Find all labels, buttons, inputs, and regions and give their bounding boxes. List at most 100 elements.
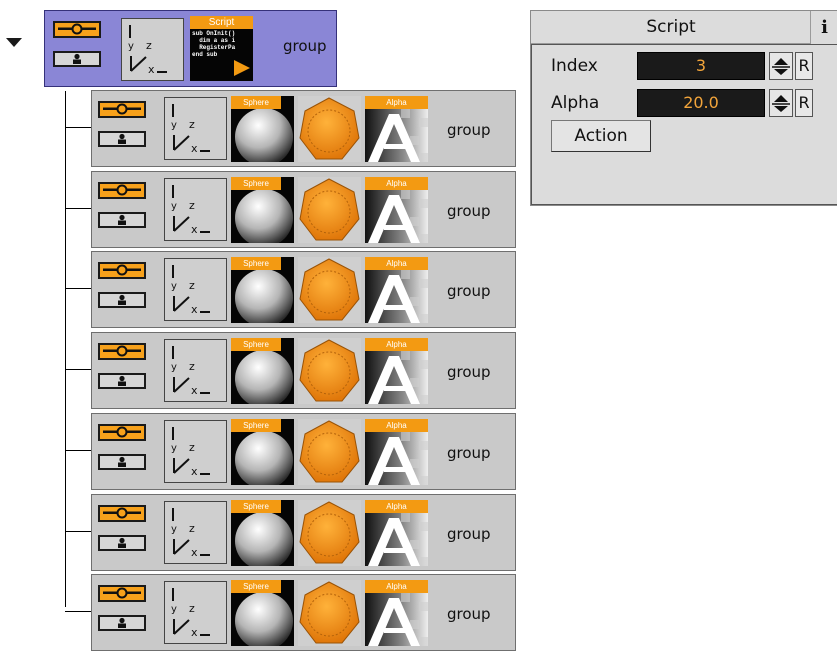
sphere-tile[interactable]: Sphere: [231, 96, 294, 162]
sphere-tile[interactable]: Sphere: [231, 177, 294, 243]
node-label: group: [447, 444, 491, 462]
svg-text:z: z: [189, 118, 195, 131]
visibility-eye-button[interactable]: [98, 585, 146, 602]
alpha-tile[interactable]: Alpha: [365, 257, 428, 323]
lock-button[interactable]: [98, 212, 146, 228]
axis-icon: y z x: [128, 25, 167, 76]
material-tile[interactable]: [298, 419, 361, 485]
svg-text:z: z: [189, 279, 195, 292]
tree-branch-line: [65, 531, 92, 532]
index-value-field[interactable]: 3: [637, 52, 765, 80]
collapse-arrow-icon[interactable]: [6, 38, 22, 47]
spinner-up-icon: [774, 58, 788, 65]
alpha-reset-button[interactable]: R: [795, 89, 813, 117]
svg-text:y: y: [171, 362, 177, 373]
script-code-preview: sub OnInit() dim a as i RegisterPa end s…: [192, 30, 236, 58]
lock-icon: [118, 617, 126, 628]
svg-text:x: x: [148, 63, 155, 76]
sphere-tile[interactable]: Sphere: [231, 580, 294, 646]
script-panel: Script i Index 3 R Alpha 20.0 R Action: [530, 10, 837, 206]
svg-text:z: z: [189, 360, 195, 373]
axis-icon: y z x: [171, 588, 210, 639]
material-preview-icon: [298, 96, 361, 162]
svg-text:z: z: [189, 441, 195, 454]
visibility-eye-button[interactable]: [98, 424, 146, 441]
sphere-tile[interactable]: Sphere: [231, 419, 294, 485]
visibility-eye-button[interactable]: [98, 505, 146, 522]
action-button[interactable]: Action: [551, 120, 651, 152]
sphere-tile[interactable]: Sphere: [231, 257, 294, 323]
material-tile[interactable]: [298, 257, 361, 323]
alpha-tile[interactable]: Alpha: [365, 580, 428, 646]
eye-icon: [103, 426, 141, 438]
sphere-tile[interactable]: Sphere: [231, 500, 294, 566]
material-tile[interactable]: [298, 580, 361, 646]
alpha-tile-header: Alpha: [365, 96, 428, 109]
svg-text:x: x: [191, 626, 198, 639]
alpha-tile[interactable]: Alpha: [365, 96, 428, 162]
transform-axis-tile[interactable]: y z x: [164, 178, 227, 241]
visibility-eye-button[interactable]: [53, 21, 101, 38]
material-tile[interactable]: [298, 338, 361, 404]
alpha-tile[interactable]: Alpha: [365, 177, 428, 243]
spinner-down-icon: [774, 106, 788, 112]
sphere-tile-header: Sphere: [231, 96, 281, 109]
material-tile[interactable]: [298, 500, 361, 566]
lock-button[interactable]: [98, 454, 146, 470]
spinner-up-icon: [774, 95, 788, 102]
visibility-eye-button[interactable]: [98, 101, 146, 118]
transform-axis-tile[interactable]: y z x: [164, 501, 227, 564]
eye-icon: [103, 103, 141, 115]
node-label: group: [447, 363, 491, 381]
eye-icon: [103, 184, 141, 196]
axis-icon: y z x: [171, 104, 210, 155]
info-icon[interactable]: i: [810, 11, 837, 44]
tree-row[interactable]: y z x Sphere Alpha group: [91, 332, 516, 409]
transform-axis-tile[interactable]: y z x: [164, 581, 227, 644]
lock-button[interactable]: [53, 51, 101, 67]
index-spinner[interactable]: [769, 52, 793, 80]
visibility-eye-button[interactable]: [98, 343, 146, 360]
material-preview-icon: [298, 177, 361, 243]
visibility-eye-button[interactable]: [98, 262, 146, 279]
tree-row[interactable]: y z x Sphere Alpha group: [91, 574, 516, 651]
material-tile[interactable]: [298, 96, 361, 162]
eye-icon: [103, 587, 141, 599]
alpha-tile[interactable]: Alpha: [365, 419, 428, 485]
tree-row[interactable]: y z x Sphere Alpha group: [91, 413, 516, 490]
tree-row[interactable]: y z x Sphere Alpha group: [91, 90, 516, 167]
panel-title: Script: [531, 11, 811, 44]
tree-row[interactable]: y z x Sphere Alpha group: [91, 171, 516, 248]
tree-row-parent[interactable]: y z x Script sub OnInit() dim a as i Reg…: [44, 10, 337, 87]
lock-button[interactable]: [98, 535, 146, 551]
node-label: group: [447, 121, 491, 139]
alpha-tile-header: Alpha: [365, 257, 428, 270]
visibility-eye-button[interactable]: [98, 182, 146, 199]
alpha-tile-header: Alpha: [365, 580, 428, 593]
tree-row[interactable]: y z x Sphere Alpha group: [91, 494, 516, 571]
lock-button[interactable]: [98, 131, 146, 147]
tree-row[interactable]: y z x Sphere Alpha group: [91, 251, 516, 328]
tree-connector: [65, 91, 66, 607]
index-reset-button[interactable]: R: [795, 52, 813, 80]
node-label: group: [283, 37, 327, 55]
sphere-tile[interactable]: Sphere: [231, 338, 294, 404]
svg-text:y: y: [171, 604, 177, 615]
lock-button[interactable]: [98, 373, 146, 389]
svg-text:x: x: [191, 546, 198, 559]
svg-text:y: y: [171, 120, 177, 131]
alpha-tile[interactable]: Alpha: [365, 500, 428, 566]
transform-axis-tile[interactable]: y z x: [164, 339, 227, 402]
alpha-value-field[interactable]: 20.0: [637, 89, 765, 117]
transform-axis-tile[interactable]: y z x: [164, 97, 227, 160]
material-preview-icon: [298, 338, 361, 404]
lock-button[interactable]: [98, 615, 146, 631]
alpha-spinner[interactable]: [769, 89, 793, 117]
alpha-tile[interactable]: Alpha: [365, 338, 428, 404]
script-tile[interactable]: Script sub OnInit() dim a as i RegisterP…: [190, 16, 253, 81]
material-tile[interactable]: [298, 177, 361, 243]
transform-axis-tile[interactable]: y z x: [164, 420, 227, 483]
lock-button[interactable]: [98, 292, 146, 308]
transform-axis-tile[interactable]: y z x: [121, 18, 184, 81]
transform-axis-tile[interactable]: y z x: [164, 258, 227, 321]
